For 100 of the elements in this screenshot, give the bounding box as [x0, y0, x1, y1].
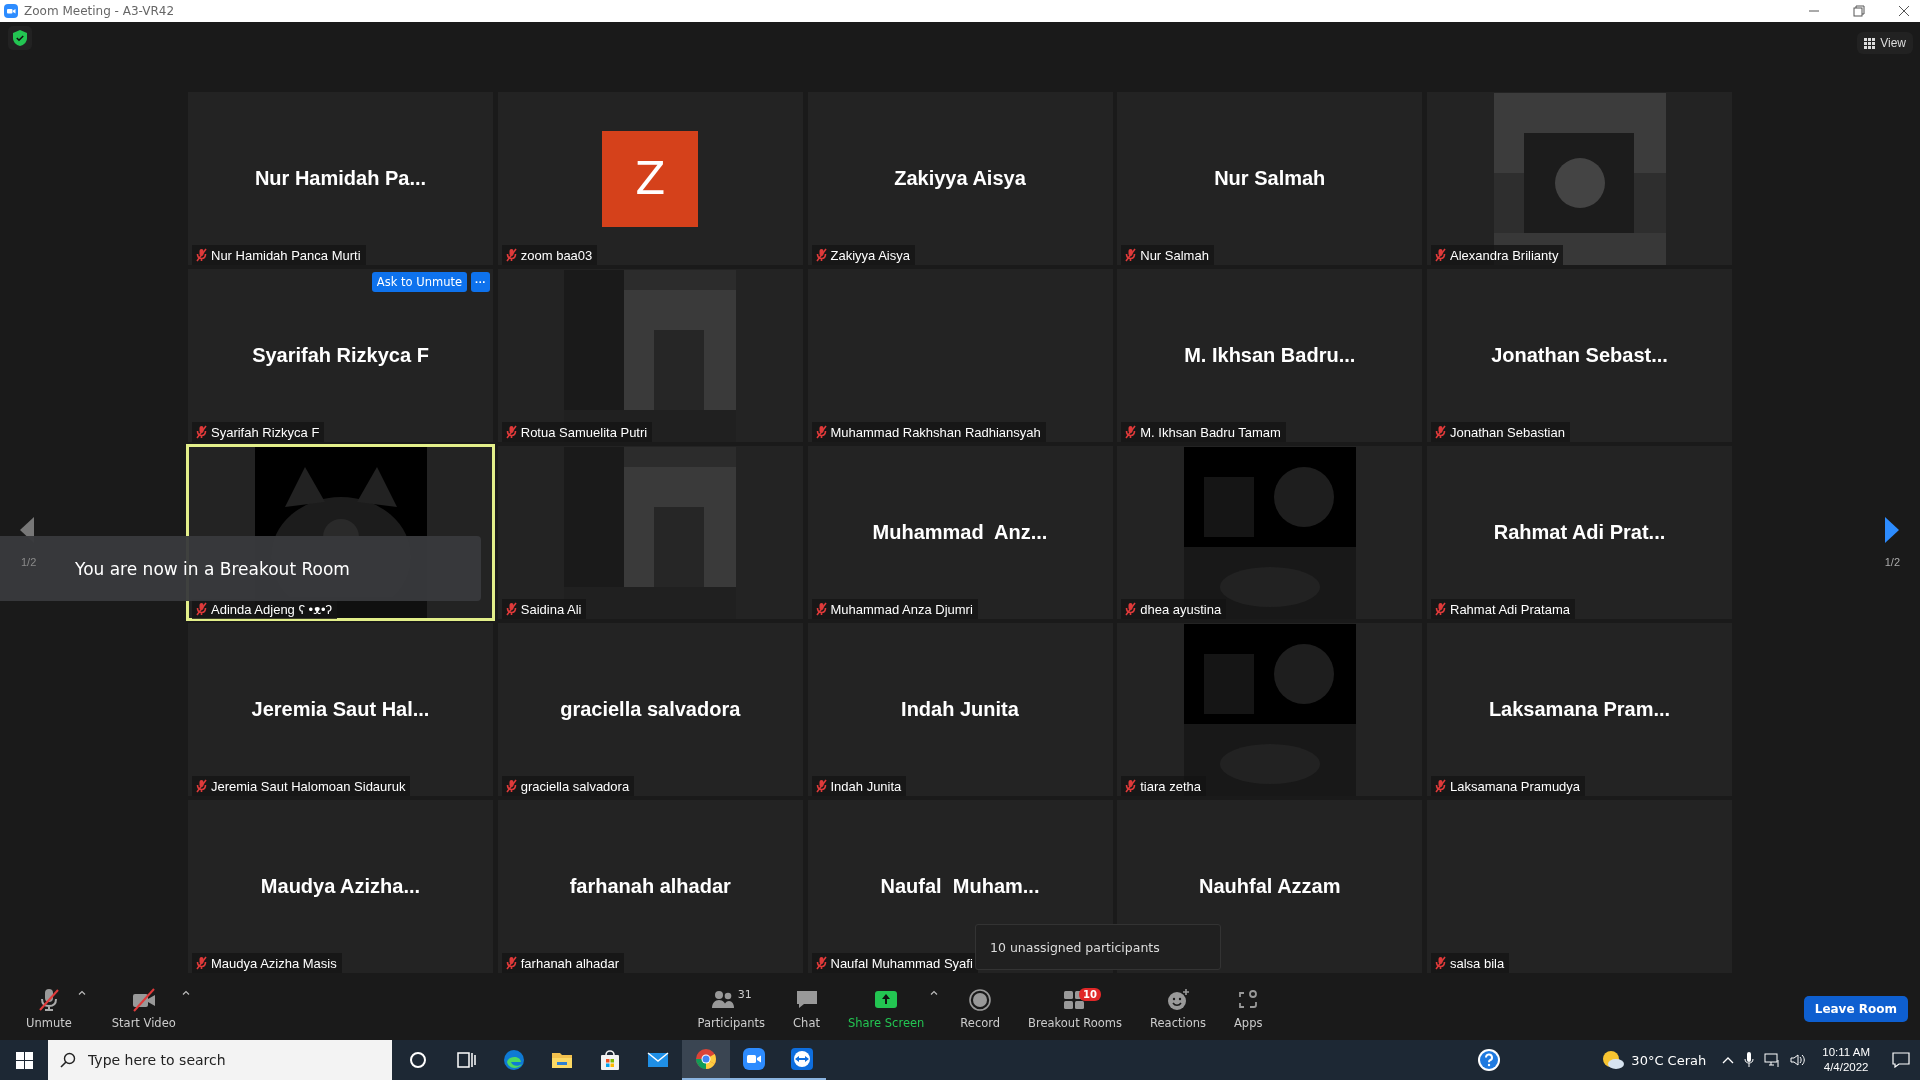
remote-arrows-icon: [790, 1047, 814, 1071]
microphone-icon[interactable]: [1744, 1052, 1755, 1068]
tooltip: 10 unassigned participants: [975, 924, 1221, 970]
close-icon[interactable]: [1898, 5, 1910, 17]
participant-name: Muhammad Anz...: [872, 521, 1048, 544]
button-label: Start Video: [111, 1016, 176, 1030]
video-camera-icon: [742, 1047, 766, 1071]
network-icon[interactable]: [1764, 1052, 1781, 1068]
toolbar-button[interactable]: Record: [954, 988, 1007, 1030]
participant-name: Rahmat Adi Prat...: [1493, 521, 1666, 544]
participant-name: dhea ayustina: [1140, 601, 1222, 617]
toolbar-button[interactable]: Chat: [787, 988, 826, 1030]
search-icon: [60, 1052, 76, 1068]
participant-name: M. Ikhsan Badru...: [1184, 344, 1356, 367]
video-off-icon: [131, 988, 156, 1012]
button-label: Unmute: [26, 1016, 72, 1030]
toolbar-button[interactable]: 31 Participants: [691, 988, 772, 1030]
participant-name: Adinda Adjeng ʕ •ᴥ•ʔ: [211, 601, 333, 617]
participant-name: Nur Hamidah Pa...: [254, 167, 427, 190]
shopping-bag-icon: [598, 1048, 622, 1072]
leave-room-button[interactable]: Leave Room: [1803, 996, 1908, 1022]
chevron-up-icon[interactable]: [1722, 1056, 1735, 1064]
zoom-logo-icon: [4, 4, 18, 18]
toolbar-button[interactable]: 10 Breakout Rooms: [1022, 988, 1129, 1030]
participant-count: 31: [737, 988, 752, 1001]
browser-icon: [694, 1047, 718, 1071]
participant-name: Indah Junita: [830, 778, 902, 794]
button-label: Reactions: [1150, 1016, 1206, 1030]
view-button[interactable]: View: [1857, 32, 1913, 54]
search-field[interactable]: Type here to search: [48, 1040, 392, 1080]
weather-widget[interactable]: 30°C Cerah: [1601, 1050, 1707, 1070]
participant-name: Jonathan Sebastian: [1450, 424, 1565, 440]
participant-name: zoom baa03: [520, 247, 593, 263]
participant-name: Nur Salmah: [1140, 247, 1209, 263]
button-label: Share Screen: [847, 1016, 925, 1030]
muted-mic-icon: [36, 988, 61, 1012]
participant-name: Syarifah Rizkyca F: [211, 424, 320, 440]
participant-name: Muhammad Rakhshan Radhiansyah: [830, 424, 1041, 440]
participant-name: farhanah alhadar: [520, 955, 620, 971]
next-page-icon[interactable]: [1885, 517, 1899, 543]
smiley-icon: [1166, 988, 1190, 1012]
help-icon[interactable]: [1477, 1048, 1502, 1072]
caret-icon[interactable]: [181, 990, 190, 995]
shield-icon: [13, 30, 27, 46]
page-indicator: 1/2: [21, 556, 37, 568]
speaker-icon[interactable]: [1790, 1052, 1807, 1068]
notification-icon[interactable]: [1892, 1052, 1910, 1068]
clock-time[interactable]: 10:11 AM: [1822, 1045, 1870, 1060]
toolbar-button[interactable]: Start Video: [105, 988, 182, 1030]
windows-logo-icon: [15, 1051, 33, 1069]
window-title: Zoom Meeting - A3-VR42: [24, 4, 175, 18]
participant-name: Zakiyya Aisya: [830, 247, 910, 263]
more-button[interactable]: ···: [471, 272, 490, 292]
count-badge: 10: [1079, 988, 1101, 1001]
grid-icon: [1864, 37, 1876, 49]
browser-icon: [502, 1048, 526, 1072]
participant-name: Jeremia Saut Hal...: [251, 698, 430, 721]
participant-name: M. Ikhsan Badru Tamam: [1140, 424, 1281, 440]
participant-name: Jeremia Saut Halomoan Sidauruk: [211, 778, 406, 794]
caret-icon[interactable]: [77, 990, 86, 995]
participant-name: graciella salvadora: [520, 778, 630, 794]
ask-to-unmute-button[interactable]: Ask to Unmute: [371, 272, 467, 292]
toolbar-button[interactable]: Unmute: [20, 988, 78, 1030]
button-label: Chat: [793, 1016, 820, 1030]
participant-name: Alexandra Brilianty: [1450, 247, 1559, 263]
participant-name: Nur Salmah: [1214, 167, 1326, 190]
participant-name: Rahmat Adi Pratama: [1450, 601, 1570, 617]
participant-name: Maudya Azizha Masis: [211, 955, 337, 971]
record-icon: [968, 988, 993, 1012]
participant-name: Laksamana Pramudya: [1450, 778, 1581, 794]
button-label: Record: [960, 1016, 1001, 1030]
security-button[interactable]: [8, 26, 32, 50]
participant-name: Naufal Muham...: [880, 875, 1040, 898]
button-label: Breakout Rooms: [1028, 1016, 1123, 1030]
participant-name: Syarifah Rizkyca F: [252, 344, 429, 367]
participant-name: Nauhfal Azzam: [1199, 875, 1341, 898]
toolbar-button[interactable]: Apps: [1228, 988, 1269, 1030]
participant-name: Laksamana Pram...: [1488, 698, 1671, 721]
toolbar-button[interactable]: Share Screen: [841, 988, 931, 1030]
participant-name: Jonathan Sebast...: [1491, 344, 1668, 367]
participant-name: Muhammad Anza Djumri: [830, 601, 973, 617]
page-indicator: 1/2: [1884, 556, 1900, 568]
button-label: Participants: [697, 1016, 766, 1030]
participant-name: tiara zetha: [1140, 778, 1201, 794]
taskbar-app[interactable]: [682, 1040, 730, 1080]
participant-name: salsa bila: [1450, 955, 1505, 971]
caret-icon[interactable]: [930, 990, 939, 995]
participant-name: Zakiyya Aisya: [894, 167, 1026, 190]
toolbar-button[interactable]: Reactions: [1144, 988, 1212, 1030]
weather-text: 30°C Cerah: [1631, 1052, 1707, 1068]
participant-name: Rotua Samuelita Putri: [520, 424, 648, 440]
button-label: Apps: [1234, 1016, 1263, 1030]
participant-name: Indah Junita: [901, 698, 1019, 721]
participant-name: farhanah alhadar: [569, 875, 731, 898]
participant-name: Naufal Muhammad Syafi: [830, 955, 973, 971]
participant-name: Saidina Ali: [520, 601, 582, 617]
participant-name: Maudya Azizha...: [260, 875, 421, 898]
participant-name: graciella salvadora: [560, 698, 741, 721]
restore-icon[interactable]: [1853, 5, 1865, 17]
clock-date[interactable]: 4/4/2022: [1823, 1060, 1869, 1075]
